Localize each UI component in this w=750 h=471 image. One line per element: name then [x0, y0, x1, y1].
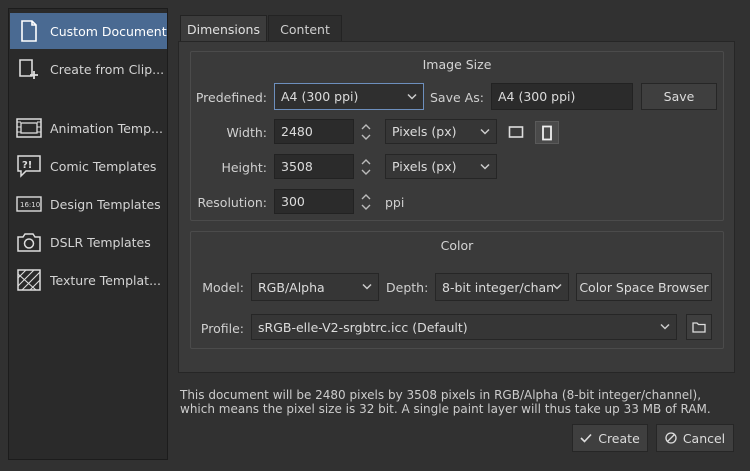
document-icon: [16, 18, 42, 44]
dimensions-panel: Image Size Predefined: A4 (300 ppi) Save…: [178, 41, 735, 373]
color-title: Color: [440, 238, 474, 253]
width-input[interactable]: 2480: [274, 119, 354, 144]
profile-label: Profile:: [200, 321, 244, 336]
sidebar-item-label: Texture Templat...: [50, 272, 161, 288]
tab-content[interactable]: Content: [268, 15, 342, 42]
chevron-down-icon: [480, 163, 490, 170]
profile-folder-button[interactable]: [686, 314, 712, 340]
save-as-input[interactable]: A4 (300 ppi): [491, 83, 633, 110]
texture-icon: [16, 267, 42, 293]
document-info-text: This document will be 2480 pixels by 350…: [180, 388, 740, 416]
color-model-select[interactable]: RGB/Alpha: [251, 273, 379, 301]
camera-icon: [16, 229, 42, 255]
portrait-button[interactable]: [535, 121, 559, 144]
chevron-down-icon: [407, 93, 417, 100]
sidebar-item-label: Design Templates: [50, 196, 161, 212]
color-space-browser-button[interactable]: Color Space Browser: [576, 273, 712, 301]
info-line-2: which means the pixel size is 32 bit. A …: [180, 402, 711, 416]
sidebar-item-label: Create from Clip...: [50, 61, 165, 77]
landscape-icon: [508, 126, 524, 138]
sidebar-item-create-from-clipboard[interactable]: Create from Clip...: [10, 51, 167, 87]
resolution-input[interactable]: 300: [274, 189, 354, 214]
sidebar-item-label: Custom Document: [50, 23, 167, 39]
predefined-label: Predefined:: [195, 90, 267, 105]
height-input[interactable]: 3508: [274, 154, 354, 179]
design-icon: 16:10: [16, 191, 42, 217]
cancel-button[interactable]: Cancel: [656, 424, 734, 452]
checkmark-icon: [580, 433, 592, 443]
height-unit-select[interactable]: Pixels (px): [385, 154, 497, 179]
chevron-down-icon: [480, 128, 490, 135]
tab-dimensions[interactable]: Dimensions: [180, 15, 267, 42]
cancel-button-label: Cancel: [682, 430, 726, 446]
comic-icon: ?!: [16, 153, 42, 179]
predefined-select[interactable]: A4 (300 ppi): [274, 83, 424, 110]
clipboard-icon: [16, 56, 42, 82]
info-line-1: This document will be 2480 pixels by 350…: [180, 388, 702, 402]
save-as-label: Save As:: [430, 90, 484, 105]
resolution-spinner[interactable]: [358, 192, 374, 212]
width-unit-select[interactable]: Pixels (px): [385, 119, 497, 144]
landscape-button[interactable]: [505, 121, 527, 143]
sidebar-item-texture-templates[interactable]: Texture Templat...: [10, 262, 167, 298]
color-depth-select[interactable]: 8-bit integer/chan: [435, 273, 569, 301]
chevron-down-icon: [362, 283, 372, 290]
image-size-title: Image Size: [422, 57, 492, 72]
sidebar-item-label: Comic Templates: [50, 158, 157, 174]
svg-text:?!: ?!: [22, 160, 32, 171]
height-label: Height:: [221, 160, 267, 175]
sidebar-item-design-templates[interactable]: 16:10 Design Templates: [10, 186, 167, 222]
sidebar-item-dslr-templates[interactable]: DSLR Templates: [10, 224, 167, 260]
sidebar-item-comic-templates[interactable]: ?! Comic Templates: [10, 148, 167, 184]
height-spinner[interactable]: [358, 157, 374, 177]
cancel-icon: [665, 432, 677, 444]
width-spinner[interactable]: [358, 122, 374, 142]
image-size-group: Image Size Predefined: A4 (300 ppi) Save…: [190, 51, 724, 221]
width-label: Width:: [226, 125, 267, 140]
sidebar-item-label: Animation Temp...: [50, 120, 163, 136]
color-group: Color Model: RGB/Alpha Depth: 8-bit inte…: [190, 231, 724, 349]
model-label: Model:: [202, 280, 244, 295]
create-button-label: Create: [598, 430, 640, 446]
animation-icon: [16, 115, 42, 141]
resolution-unit: ppi: [385, 195, 405, 210]
sidebar-item-custom-document[interactable]: Custom Document: [10, 13, 167, 49]
chevron-down-icon: [552, 283, 562, 290]
depth-label: Depth:: [386, 280, 429, 295]
folder-icon: [692, 322, 706, 333]
create-button[interactable]: Create: [572, 424, 648, 452]
color-profile-select[interactable]: sRGB-elle-V2-srgbtrc.icc (Default): [251, 314, 677, 340]
chevron-down-icon: [660, 323, 670, 330]
sidebar-item-animation-templates[interactable]: Animation Temp...: [10, 110, 167, 146]
sidebar-item-label: DSLR Templates: [50, 234, 151, 250]
template-sidebar: Custom Document Create from Clip... Anim…: [8, 8, 168, 460]
portrait-icon: [542, 125, 552, 140]
resolution-label: Resolution:: [197, 195, 267, 210]
svg-text:16:10: 16:10: [20, 201, 40, 209]
save-button[interactable]: Save: [641, 83, 717, 110]
